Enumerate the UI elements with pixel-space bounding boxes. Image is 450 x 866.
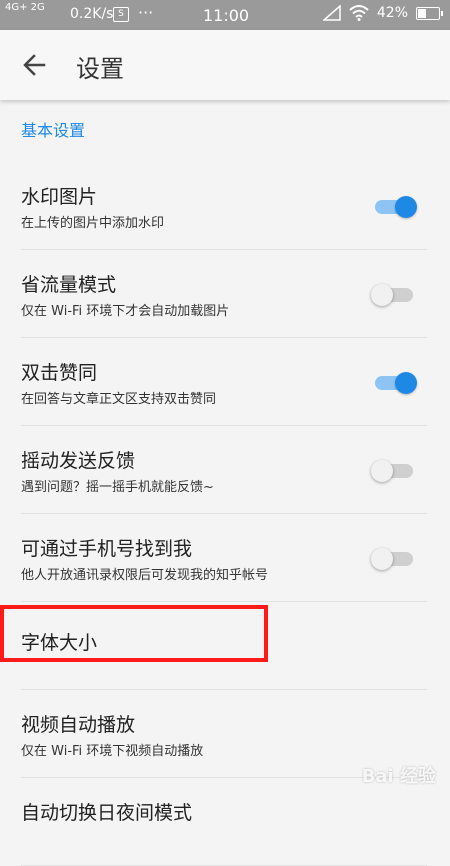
setting-double-tap-upvote[interactable]: 双击赞同 在回答与文章正文区支持双击赞同	[21, 338, 427, 426]
double-tap-toggle[interactable]	[375, 372, 417, 394]
setting-title: 视频自动播放	[21, 714, 136, 736]
setting-subtitle: 在上传的图片中添加水印	[21, 216, 165, 231]
status-bar: 4G+ 2G 0.2K/s S ··· 11:00 42%	[0, 0, 450, 30]
watermark-logo: Bai 经验	[361, 766, 436, 787]
network-speed: 0.2K/s	[70, 6, 114, 22]
shake-feedback-toggle[interactable]	[371, 460, 415, 482]
page-title: 设置	[76, 55, 124, 83]
setting-title: 省流量模式	[21, 274, 117, 296]
setting-subtitle: 在回答与文章正文区支持双击赞同	[21, 392, 217, 407]
setting-watermark[interactable]: 水印图片 在上传的图片中添加水印	[21, 162, 427, 250]
back-button[interactable]	[18, 50, 52, 80]
more-notifications-icon: ···	[138, 3, 154, 22]
setting-find-by-phone[interactable]: 可通过手机号找到我 他人开放通讯录权限后可发现我的知乎帐号	[21, 514, 427, 602]
network-indicator: 4G+ 2G	[5, 2, 45, 13]
data-saver-toggle[interactable]	[371, 284, 415, 306]
settings-list: 基本设置 水印图片 在上传的图片中添加水印 省流量模式 仅在 Wi-Fi 环境下…	[0, 100, 450, 866]
setting-subtitle: 仅在 Wi-Fi 环境下视频自动播放	[21, 744, 204, 759]
setting-subtitle: 遇到问题？摇一摇手机就能反馈~	[21, 480, 214, 495]
setting-title: 水印图片	[21, 186, 98, 208]
battery-icon	[416, 6, 443, 20]
setting-title: 双击赞同	[21, 362, 98, 384]
setting-title: 摇动发送反馈	[21, 450, 136, 472]
status-icons: 42%	[322, 5, 443, 21]
setting-data-saver[interactable]: 省流量模式 仅在 Wi-Fi 环境下才会自动加载图片	[21, 250, 427, 338]
highlight-box	[0, 605, 268, 662]
back-arrow-icon	[23, 54, 46, 76]
wifi-icon	[349, 5, 369, 21]
clock: 11:00	[203, 6, 250, 25]
watermark-toggle[interactable]	[375, 196, 417, 218]
section-header-basic: 基本设置	[21, 121, 86, 140]
battery-percent: 42%	[376, 5, 408, 21]
app-toolbar: 设置	[0, 30, 450, 100]
find-by-phone-toggle[interactable]	[371, 548, 415, 570]
signal-icon	[322, 5, 341, 21]
setting-subtitle: 仅在 Wi-Fi 环境下才会自动加载图片	[21, 304, 230, 319]
setting-subtitle: 他人开放通讯录权限后可发现我的知乎帐号	[21, 568, 269, 583]
setting-auto-night-mode[interactable]: 自动切换日夜间模式	[21, 778, 427, 866]
setting-shake-feedback[interactable]: 摇动发送反馈 遇到问题？摇一摇手机就能反馈~	[21, 426, 427, 514]
s-icon: S	[113, 7, 129, 22]
setting-title: 可通过手机号找到我	[21, 538, 193, 560]
setting-title: 自动切换日夜间模式	[21, 802, 193, 824]
